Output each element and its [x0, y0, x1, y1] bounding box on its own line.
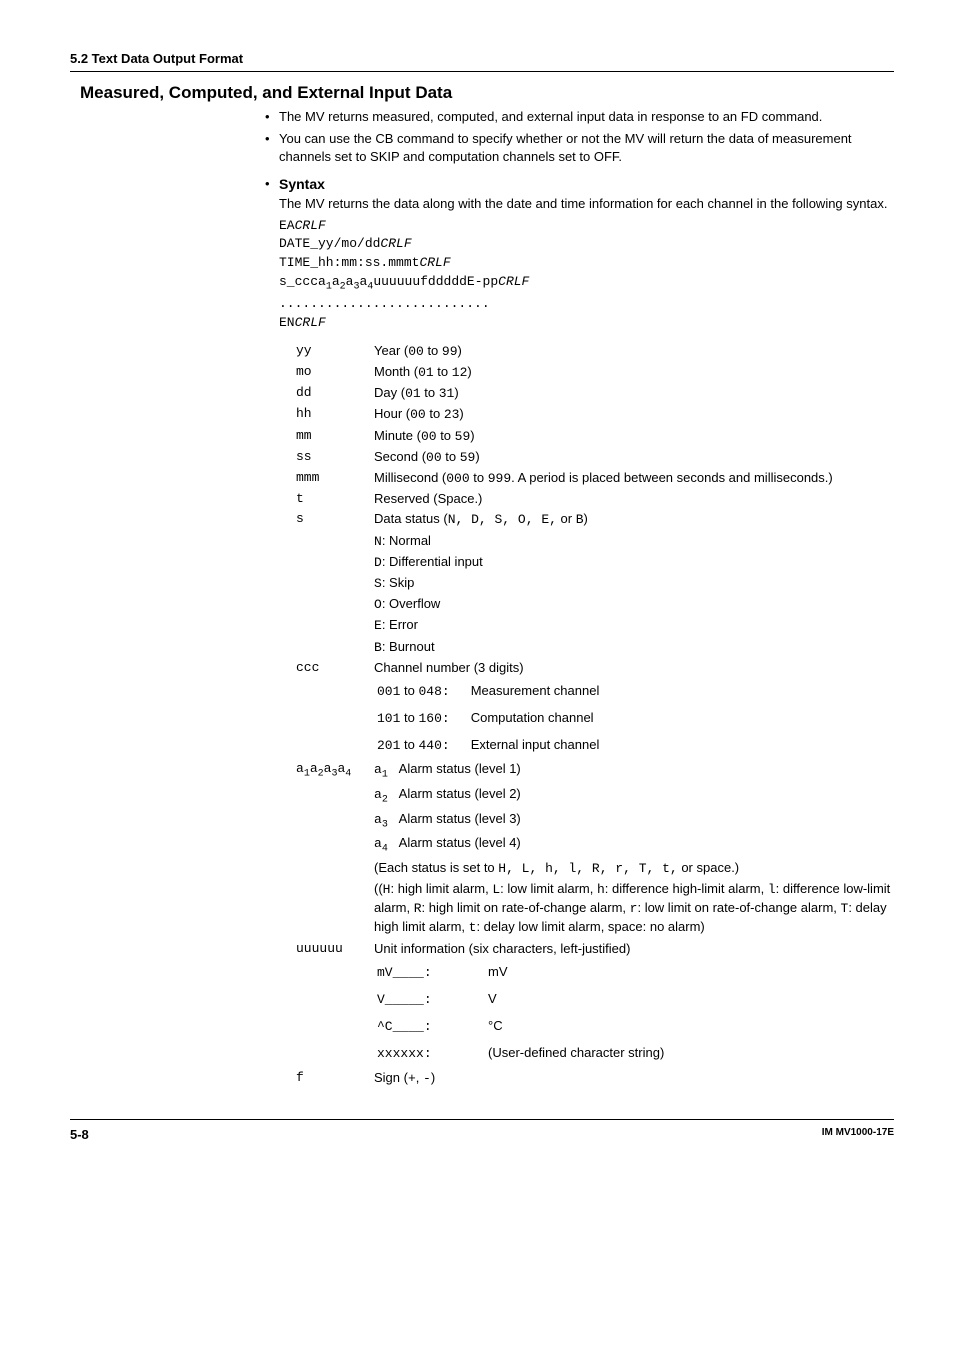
def-dd: ddDay (01 to 31)	[295, 383, 894, 404]
page-footer: 5-8 IM MV1000-17E	[70, 1119, 894, 1144]
syntax-title: Syntax	[279, 176, 325, 192]
def-t: tReserved (Space.)	[295, 489, 894, 509]
syntax-code: EACRLF DATE_yy/mo/ddCRLF TIME_hh:mm:ss.m…	[279, 217, 894, 333]
def-ss: ssSecond (00 to 59)	[295, 447, 894, 468]
content-body: The MV returns measured, computed, and e…	[265, 108, 894, 1088]
syntax-heading: Syntax	[265, 175, 894, 194]
section-header: 5.2 Text Data Output Format	[70, 50, 894, 72]
def-mmm: mmmMillisecond (000 to 999. A period is …	[295, 468, 894, 489]
subsection-title: Measured, Computed, and External Input D…	[80, 82, 894, 105]
page-number: 5-8	[70, 1126, 89, 1144]
doc-id: IM MV1000-17E	[822, 1126, 894, 1144]
def-hh: hhHour (00 to 23)	[295, 404, 894, 425]
bullet-2: You can use the CB command to specify wh…	[265, 130, 894, 165]
def-s: sData status (N, D, S, O, E, or B)	[295, 509, 894, 530]
def-ccc: cccChannel number (3 digits)	[295, 658, 894, 678]
intro-bullets: The MV returns measured, computed, and e…	[265, 108, 894, 165]
syntax-intro: The MV returns the data along with the d…	[279, 195, 894, 213]
def-mm: mmMinute (00 to 59)	[295, 426, 894, 447]
def-uu: uuuuuuUnit information (six characters, …	[295, 939, 894, 959]
def-mo: moMonth (01 to 12)	[295, 362, 894, 383]
def-alarm: a1a2a3a4 a1 Alarm status (level 1)	[295, 759, 894, 784]
def-f: fSign (+, -)	[295, 1068, 894, 1089]
bullet-1: The MV returns measured, computed, and e…	[265, 108, 894, 126]
def-yy: yyYear (00 to 99)	[295, 341, 894, 362]
definitions-table: yyYear (00 to 99) moMonth (01 to 12) ddD…	[295, 341, 894, 1089]
